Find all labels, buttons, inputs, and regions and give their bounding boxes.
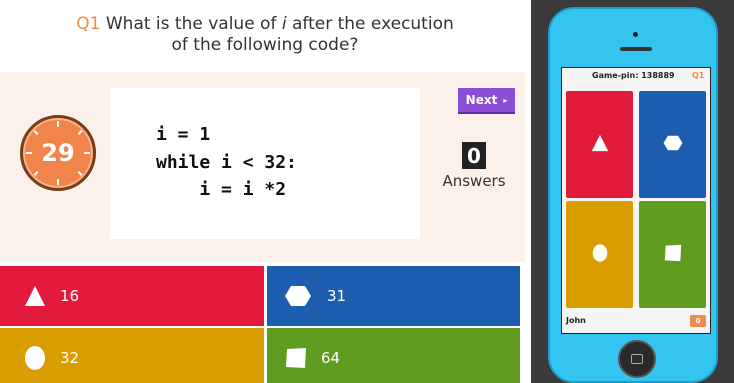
answer-tile-1[interactable]: 16 [0,266,264,326]
square-icon [285,346,307,370]
answers-label: Answers [442,172,506,190]
home-square-icon [631,354,643,364]
game-pin-label: Game-pin: 138889 [592,71,675,80]
code-line-1: i = 1 [156,124,211,145]
code-card: i = 1 while i < 32: i = i *2 [110,88,420,239]
phone-question-number: Q1 [692,71,705,80]
answer-label: 16 [60,287,80,305]
phone-answer-tile-4[interactable] [639,201,706,308]
triangle-icon [591,134,609,156]
camera-icon [633,32,638,37]
question-text: Q1 What is the value of i after the exec… [0,14,530,56]
hexagon-icon [662,135,684,155]
chevron-right-icon: ▸ [503,95,508,105]
code-line-3: i = i *2 [156,179,287,200]
question-line-1: Q1 What is the value of i after the exec… [0,14,530,35]
answer-label: 31 [327,287,347,305]
phone-score-badge: 0 [690,315,706,327]
square-icon [664,244,682,266]
phone-answer-tile-3[interactable] [566,201,633,308]
next-button[interactable]: Next ▸ [458,88,515,112]
home-button[interactable] [618,340,656,378]
answer-tile-2[interactable]: 31 [267,266,520,326]
phone-answer-tile-2[interactable] [639,91,706,198]
question-line-2: of the following code? [171,35,359,55]
question-number: Q1 [76,14,101,34]
hexagon-icon [283,284,313,308]
timer-value: 29 [41,139,75,167]
answers-count: 0 [462,142,486,169]
answer-label: 64 [321,349,341,367]
answer-tile-4[interactable]: 64 [267,328,520,383]
code-line-2: while i < 32: [156,152,297,173]
phone-answer-tile-1[interactable] [566,91,633,198]
timer: 29 [20,115,96,191]
speaker-icon [620,47,652,51]
answer-tile-3[interactable]: 32 [0,328,264,383]
answer-label: 32 [60,349,80,367]
triangle-icon [24,284,46,308]
circle-icon [24,346,46,370]
phone-user-name: John [566,316,586,325]
question-text-part-1: What is the value of [100,14,282,34]
question-text-part-2: after the execution [286,14,454,34]
next-button-label: Next [465,93,498,107]
circle-icon [592,243,608,267]
